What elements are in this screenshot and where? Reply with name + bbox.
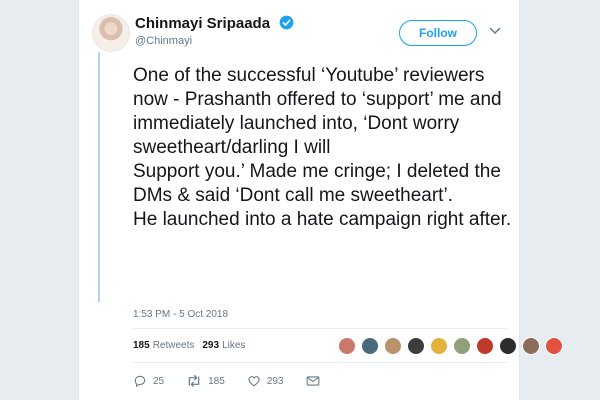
tweet-paragraph: Support you.’ Made me cringe; I deleted … <box>133 161 501 206</box>
liker-avatar[interactable] <box>338 337 356 355</box>
liker-avatar[interactable] <box>499 337 517 355</box>
tweet-timestamp[interactable]: 1:53 PM - 5 Oct 2018 <box>133 309 228 320</box>
reply-count: 25 <box>153 375 165 387</box>
tweet-actions: 25 185 293 <box>133 374 348 388</box>
tweet-paragraph: One of the successful ‘Youtube’ reviewer… <box>133 65 502 158</box>
retweets-count: 185 <box>133 340 150 351</box>
engagement-stats: 185 Retweets 293 Likes <box>133 340 253 351</box>
like-count: 293 <box>266 375 284 387</box>
liker-avatar[interactable] <box>361 337 379 355</box>
liker-avatar[interactable] <box>430 337 448 355</box>
likes-count: 293 <box>202 340 220 351</box>
retweet-icon <box>188 375 200 387</box>
likes-label: Likes <box>222 340 246 351</box>
verified-badge-icon <box>279 15 294 30</box>
retweet-button[interactable]: 185 <box>186 374 225 388</box>
likes-stat[interactable]: 293 Likes <box>202 340 245 351</box>
liker-avatar[interactable] <box>384 337 402 355</box>
direct-message-button[interactable] <box>306 375 326 387</box>
author-name[interactable]: Chinmayi Sripaada <box>135 15 270 32</box>
liker-avatar[interactable] <box>545 337 563 355</box>
retweets-stat[interactable]: 185 Retweets <box>133 340 194 351</box>
author-avatar[interactable] <box>92 14 130 52</box>
author-handle[interactable]: @Chinmayi <box>135 35 192 47</box>
like-button[interactable]: 293 <box>247 374 284 388</box>
heart-icon <box>248 376 260 387</box>
tweet-paragraph: He launched into a hate campaign right a… <box>133 209 512 230</box>
follow-button[interactable]: Follow <box>399 20 477 46</box>
liker-avatar[interactable] <box>476 337 494 355</box>
divider <box>133 328 507 329</box>
liker-avatars <box>338 337 568 355</box>
liker-avatar[interactable] <box>522 337 540 355</box>
thread-line <box>98 52 100 302</box>
liker-avatar[interactable] <box>453 337 471 355</box>
reply-icon <box>134 375 146 387</box>
liker-avatar[interactable] <box>407 337 425 355</box>
reply-button[interactable]: 25 <box>133 374 164 388</box>
retweet-count: 185 <box>208 375 225 387</box>
tweet-card: Chinmayi Sripaada @Chinmayi Follow One o… <box>78 0 563 400</box>
chevron-down-icon[interactable] <box>489 26 501 36</box>
tweet-text: One of the successful ‘Youtube’ reviewer… <box>133 64 513 232</box>
envelope-icon <box>306 376 319 386</box>
divider <box>133 362 507 363</box>
retweets-label: Retweets <box>152 340 195 351</box>
